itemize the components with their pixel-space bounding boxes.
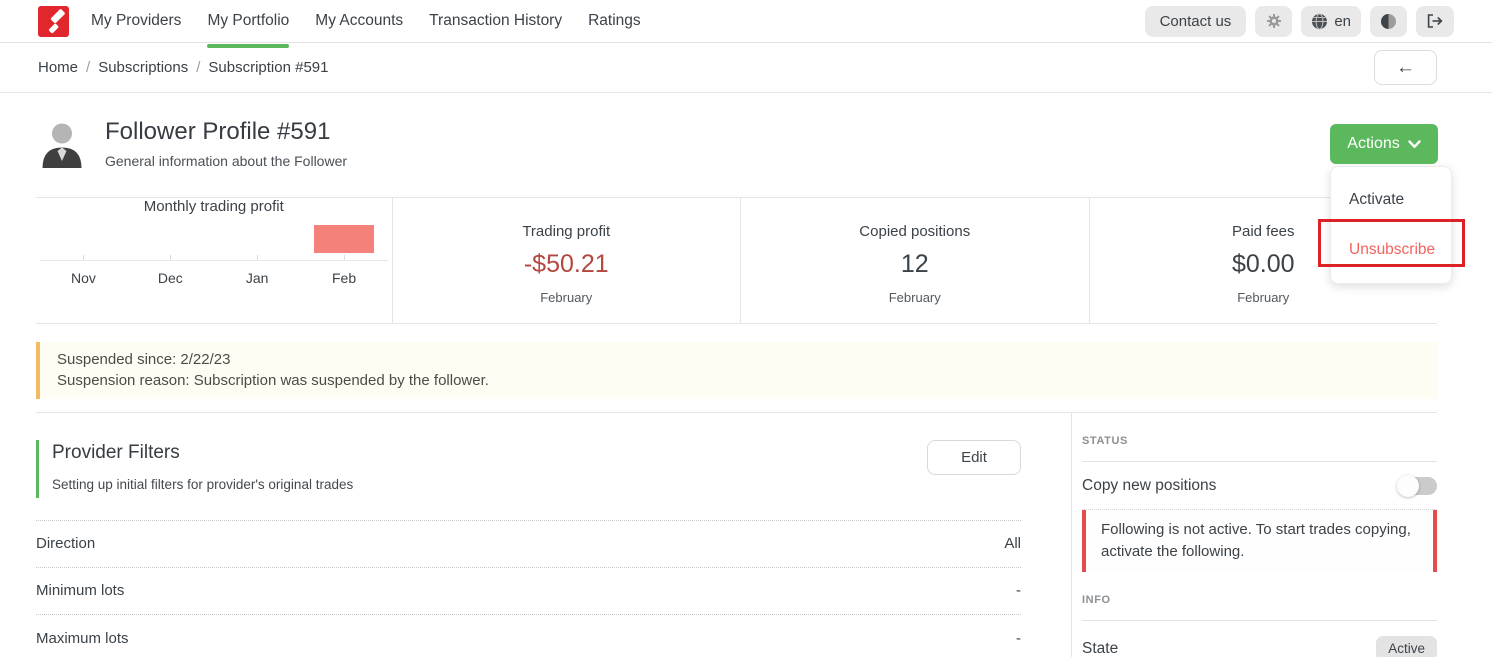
suspended-since-text: Suspended since: 2/22/23 xyxy=(57,349,1420,370)
actions-dropdown-menu: Activate Unsubscribe xyxy=(1330,166,1452,284)
breadcrumb-current: Subscription #591 xyxy=(208,59,328,76)
page-subtitle: General information about the Follower xyxy=(105,153,347,169)
copy-new-positions-toggle[interactable] xyxy=(1400,477,1437,495)
avatar xyxy=(38,120,86,168)
language-button[interactable]: en xyxy=(1301,6,1361,37)
state-badge: Active xyxy=(1376,636,1437,657)
nav-item-transaction-history[interactable]: Transaction History xyxy=(429,0,562,43)
info-header: INFO xyxy=(1082,594,1437,606)
stat-period: February xyxy=(741,290,1089,305)
stat-value: -$50.21 xyxy=(393,250,741,279)
logout-icon xyxy=(1426,13,1444,29)
settings-button[interactable] xyxy=(1255,6,1292,37)
edit-button[interactable]: Edit xyxy=(927,440,1021,475)
following-inactive-alert: Following is not active. To start trades… xyxy=(1082,510,1437,572)
status-header: STATUS xyxy=(1082,435,1437,447)
suspension-reason-text: Suspension reason: Subscription was susp… xyxy=(57,370,1420,391)
nav-item-my-portfolio[interactable]: My Portfolio xyxy=(207,0,289,43)
stat-title: Copied positions xyxy=(741,223,1089,240)
contrast-icon xyxy=(1380,13,1397,30)
menu-item-activate[interactable]: Activate xyxy=(1331,175,1451,225)
stat-period: February xyxy=(1090,290,1438,305)
chart-bar xyxy=(314,225,374,253)
stat-period: February xyxy=(393,290,741,305)
content-columns: Provider Filters Setting up initial filt… xyxy=(36,413,1437,657)
copy-new-positions-label: Copy new positions xyxy=(1082,477,1216,495)
theme-toggle-button[interactable] xyxy=(1370,6,1407,37)
stat-value: 12 xyxy=(741,250,1089,279)
top-navigation: My Providers My Portfolio My Accounts Tr… xyxy=(0,0,1492,43)
chart-plot-area xyxy=(40,221,388,261)
row-label: Minimum lots xyxy=(36,582,124,599)
breadcrumb-separator: / xyxy=(196,59,200,76)
row-minimum-lots: Minimum lots - xyxy=(36,568,1021,616)
row-value: - xyxy=(1016,630,1021,647)
monthly-trading-profit-chart: Monthly trading profit Nov Dec Jan Feb xyxy=(36,198,392,323)
axis-tick xyxy=(257,255,258,260)
stat-title: Trading profit xyxy=(393,223,741,240)
back-button[interactable]: ← xyxy=(1374,50,1437,85)
stat-trading-profit: Trading profit -$50.21 February xyxy=(392,198,741,323)
chevron-down-icon xyxy=(1408,140,1421,149)
page-title: Follower Profile #591 xyxy=(105,118,347,146)
axis-tick xyxy=(170,255,171,260)
nav-actions: Contact us xyxy=(1145,6,1454,37)
breadcrumb-row: Home / Subscriptions / Subscription #591… xyxy=(0,43,1492,93)
globe-icon xyxy=(1311,13,1328,30)
section-title: Provider Filters xyxy=(52,442,353,464)
contact-us-button[interactable]: Contact us xyxy=(1145,6,1247,37)
back-arrow-icon: ← xyxy=(1396,57,1415,79)
gear-icon xyxy=(1266,13,1282,29)
provider-filters-heading: Provider Filters Setting up initial filt… xyxy=(36,440,353,498)
axis-tick xyxy=(83,255,84,260)
nav-item-my-providers[interactable]: My Providers xyxy=(91,0,181,43)
brand-logo-icon xyxy=(38,6,69,37)
x-tick-label: Feb xyxy=(301,270,388,286)
row-value: - xyxy=(1016,582,1021,599)
x-tick-label: Nov xyxy=(40,270,127,286)
copy-new-positions-row: Copy new positions xyxy=(1082,462,1437,510)
breadcrumb-subscriptions[interactable]: Subscriptions xyxy=(98,59,188,76)
toggle-knob xyxy=(1397,475,1419,497)
breadcrumb-home[interactable]: Home xyxy=(38,59,78,76)
page: My Providers My Portfolio My Accounts Tr… xyxy=(0,0,1492,657)
logout-button[interactable] xyxy=(1416,6,1454,37)
nav-item-ratings[interactable]: Ratings xyxy=(588,0,641,43)
nav-item-my-accounts[interactable]: My Accounts xyxy=(315,0,403,43)
section-subtitle: Setting up initial filters for provider'… xyxy=(52,477,353,492)
profile-header: Follower Profile #591 General informatio… xyxy=(0,93,1492,197)
chart-x-axis-labels: Nov Dec Jan Feb xyxy=(40,270,388,286)
suspension-warning-banner: Suspended since: 2/22/23 Suspension reas… xyxy=(36,342,1437,399)
filter-rows: Direction All Minimum lots - Maximum lot… xyxy=(36,520,1021,657)
menu-item-unsubscribe[interactable]: Unsubscribe xyxy=(1331,225,1451,275)
x-tick-label: Dec xyxy=(127,270,214,286)
state-label: State xyxy=(1082,640,1118,657)
state-row: State Active xyxy=(1082,621,1437,657)
chart-title: Monthly trading profit xyxy=(40,198,388,215)
provider-filters-section: Provider Filters Setting up initial filt… xyxy=(36,413,1071,657)
breadcrumb-separator: / xyxy=(86,59,90,76)
language-label: en xyxy=(1334,13,1351,30)
row-value: All xyxy=(1004,535,1021,552)
actions-button[interactable]: Actions xyxy=(1330,124,1438,164)
row-maximum-lots: Maximum lots - xyxy=(36,615,1021,657)
stats-row: Monthly trading profit Nov Dec Jan Feb T… xyxy=(36,197,1437,324)
x-tick-label: Jan xyxy=(214,270,301,286)
stat-copied-positions: Copied positions 12 February xyxy=(740,198,1089,323)
row-label: Direction xyxy=(36,535,95,552)
actions-button-label: Actions xyxy=(1347,135,1399,153)
row-label: Maximum lots xyxy=(36,630,129,647)
row-direction: Direction All xyxy=(36,520,1021,568)
status-sidebar: STATUS Copy new positions Following is n… xyxy=(1071,413,1437,657)
axis-tick xyxy=(344,255,345,260)
